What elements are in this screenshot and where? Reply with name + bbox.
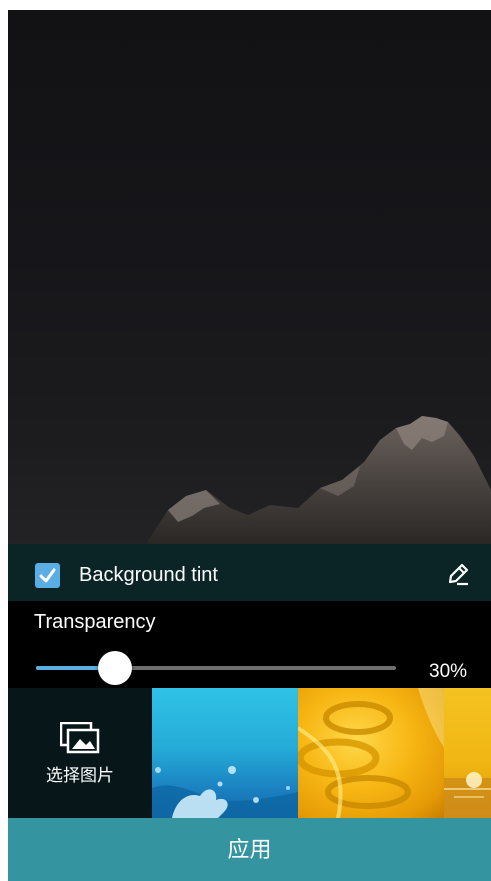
checkmark-icon [39,568,56,583]
apply-label: 应用 [227,837,272,862]
mountain-image [146,416,491,544]
wallpaper-thumbnails: 选择图片 [8,688,491,818]
wallpaper-settings-screen: Background tint Transparency 30% 选择图片 应用 [8,10,491,881]
wallpaper-thumbnail-water[interactable] [152,688,298,818]
gallery-icon [60,722,100,754]
transparency-section: Transparency 30% [8,601,491,688]
slider-thumb[interactable] [98,651,133,685]
transparency-value: 30% [429,661,468,682]
background-tint-checkbox[interactable] [35,563,60,588]
background-tint-label: Background tint [79,564,218,586]
choose-image-button[interactable]: 选择图片 [8,688,152,818]
background-tint-row[interactable]: Background tint [8,544,491,601]
wallpaper-preview [8,10,491,544]
edit-pencil-icon[interactable] [445,561,471,587]
wallpaper-thumbnail-rope[interactable] [298,688,444,818]
transparency-label: Transparency [34,611,156,633]
transparency-slider[interactable] [36,651,396,685]
apply-button[interactable]: 应用 [8,818,491,881]
wallpaper-thumbnail-sunset[interactable] [444,688,491,818]
choose-image-label: 选择图片 [46,766,114,785]
